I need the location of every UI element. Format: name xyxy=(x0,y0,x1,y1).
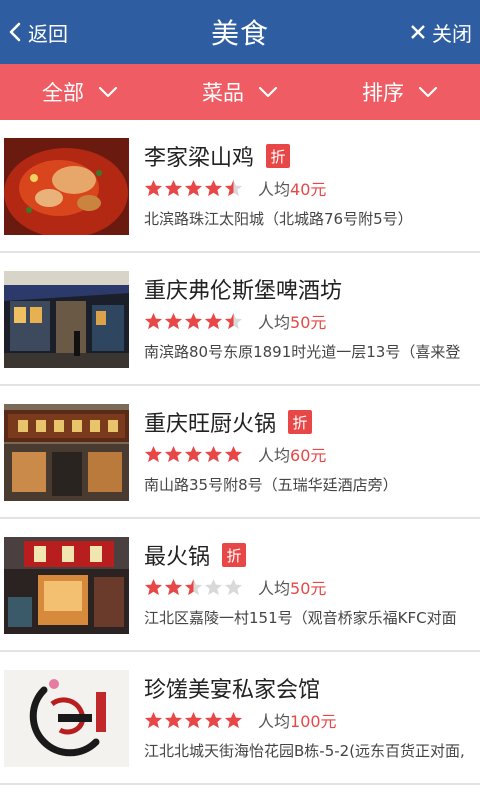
restaurant-logo-photo xyxy=(4,670,129,767)
avg-prefix: 人均 xyxy=(258,180,291,199)
star-rating xyxy=(144,578,244,597)
restaurant-name: 李家梁山鸡 xyxy=(144,146,255,171)
star-icon xyxy=(144,711,163,728)
restaurant-address: 江北北城天街海怡花园B栋-5-2(远东百货正对面, xyxy=(144,742,465,760)
average-price: 人均50元 xyxy=(258,575,326,599)
restaurant-list-item[interactable]: 最火锅 折 人均50元 江北区嘉陵一村151号（观音桥家乐福KFC对面 xyxy=(0,519,480,652)
chevron-down-icon xyxy=(418,86,438,98)
star-icon xyxy=(204,711,223,728)
top-nav-bar: 返回 美食 关闭 xyxy=(0,0,480,64)
restaurant-list: 李家梁山鸡 折 人均40元 北滨路珠江太阳城（北城路76号附5号） 重庆弗伦斯堡… xyxy=(0,120,480,785)
hotpot-shop-storefront-photo xyxy=(4,537,129,634)
star-rating xyxy=(144,179,244,198)
star-icon xyxy=(184,179,203,196)
average-price: 人均100元 xyxy=(258,708,337,732)
star-icon xyxy=(164,445,183,462)
restaurant-name: 珍馐美宴私家会馆 xyxy=(144,678,321,703)
star-icon xyxy=(144,179,163,196)
star-icon xyxy=(184,578,203,595)
star-icon xyxy=(224,312,243,329)
beer-bar-storefront-photo xyxy=(4,271,129,368)
filter-label: 排序 xyxy=(362,81,404,105)
discount-badge: 折 xyxy=(266,144,291,168)
avg-prefix: 人均 xyxy=(258,712,291,731)
star-icon xyxy=(204,445,223,462)
restaurant-address: 南滨路80号东原1891时光道一层13号（喜来登 xyxy=(144,343,461,361)
spicy-chicken-dish-photo xyxy=(4,138,129,235)
star-icon xyxy=(204,312,223,329)
price-value: 50元 xyxy=(290,579,327,598)
filter-label: 全部 xyxy=(42,81,84,105)
star-icon xyxy=(144,312,163,329)
average-price: 人均40元 xyxy=(258,176,326,200)
name-row: 珍馐美宴私家会馆 xyxy=(144,672,320,704)
rating-row: 人均60元 xyxy=(144,442,326,466)
star-icon xyxy=(224,711,243,728)
star-icon xyxy=(144,578,163,595)
filter-sort-dropdown[interactable]: 排序 xyxy=(320,64,480,120)
price-value: 100元 xyxy=(290,712,337,731)
filter-bar: 全部 菜品 排序 xyxy=(0,64,480,120)
star-icon xyxy=(184,711,203,728)
close-icon xyxy=(411,25,425,39)
filter-all-dropdown[interactable]: 全部 xyxy=(0,64,160,120)
restaurant-name: 重庆弗伦斯堡啤酒坊 xyxy=(144,279,343,304)
name-row: 重庆旺厨火锅 折 xyxy=(144,406,313,438)
star-icon xyxy=(164,179,183,196)
price-value: 60元 xyxy=(290,446,327,465)
star-icon xyxy=(224,179,243,196)
star-rating xyxy=(144,445,244,464)
filter-dishes-dropdown[interactable]: 菜品 xyxy=(160,64,320,120)
star-icon xyxy=(184,312,203,329)
restaurant-address: 北滨路珠江太阳城（北城路76号附5号） xyxy=(144,210,413,228)
restaurant-name: 重庆旺厨火锅 xyxy=(144,412,277,437)
name-row: 李家梁山鸡 折 xyxy=(144,140,291,172)
close-button[interactable]: 关闭 xyxy=(410,16,472,48)
average-price: 人均60元 xyxy=(258,442,326,466)
price-value: 40元 xyxy=(290,180,327,199)
star-icon xyxy=(224,578,243,595)
hotpot-restaurant-storefront-photo xyxy=(4,404,129,501)
price-value: 50元 xyxy=(290,313,327,332)
discount-badge: 折 xyxy=(222,543,247,567)
page-title: 美食 xyxy=(210,17,269,50)
rating-row: 人均100元 xyxy=(144,708,337,732)
star-icon xyxy=(164,578,183,595)
star-rating xyxy=(144,312,244,331)
restaurant-address: 江北区嘉陵一村151号（观音桥家乐福KFC对面 xyxy=(144,609,457,627)
avg-prefix: 人均 xyxy=(258,446,291,465)
restaurant-list-item[interactable]: 重庆旺厨火锅 折 人均60元 南山路35号附8号（五瑞华廷酒店旁） xyxy=(0,386,480,519)
chevron-down-icon xyxy=(258,86,278,98)
restaurant-list-item[interactable]: 重庆弗伦斯堡啤酒坊 人均50元 南滨路80号东原1891时光道一层13号（喜来登 xyxy=(0,253,480,386)
close-label: 关闭 xyxy=(432,21,472,46)
name-row: 最火锅 折 xyxy=(144,539,247,571)
avg-prefix: 人均 xyxy=(258,579,291,598)
star-icon xyxy=(204,578,223,595)
star-icon xyxy=(164,312,183,329)
restaurant-name: 最火锅 xyxy=(144,545,211,570)
filter-label: 菜品 xyxy=(202,81,244,105)
restaurant-address: 南山路35号附8号（五瑞华廷酒店旁） xyxy=(144,476,398,494)
name-row: 重庆弗伦斯堡啤酒坊 xyxy=(144,273,342,305)
restaurant-list-item[interactable]: 李家梁山鸡 折 人均40元 北滨路珠江太阳城（北城路76号附5号） xyxy=(0,120,480,253)
rating-row: 人均40元 xyxy=(144,176,326,200)
discount-badge: 折 xyxy=(288,410,313,434)
star-icon xyxy=(224,445,243,462)
star-icon xyxy=(204,179,223,196)
star-rating xyxy=(144,711,244,730)
star-icon xyxy=(184,445,203,462)
star-icon xyxy=(164,711,183,728)
rating-row: 人均50元 xyxy=(144,575,326,599)
star-icon xyxy=(144,445,163,462)
rating-row: 人均50元 xyxy=(144,309,326,333)
chevron-down-icon xyxy=(98,86,118,98)
restaurant-list-item[interactable]: 珍馐美宴私家会馆 人均100元 江北北城天街海怡花园B栋-5-2(远东百货正对面… xyxy=(0,652,480,785)
avg-prefix: 人均 xyxy=(258,313,291,332)
average-price: 人均50元 xyxy=(258,309,326,333)
